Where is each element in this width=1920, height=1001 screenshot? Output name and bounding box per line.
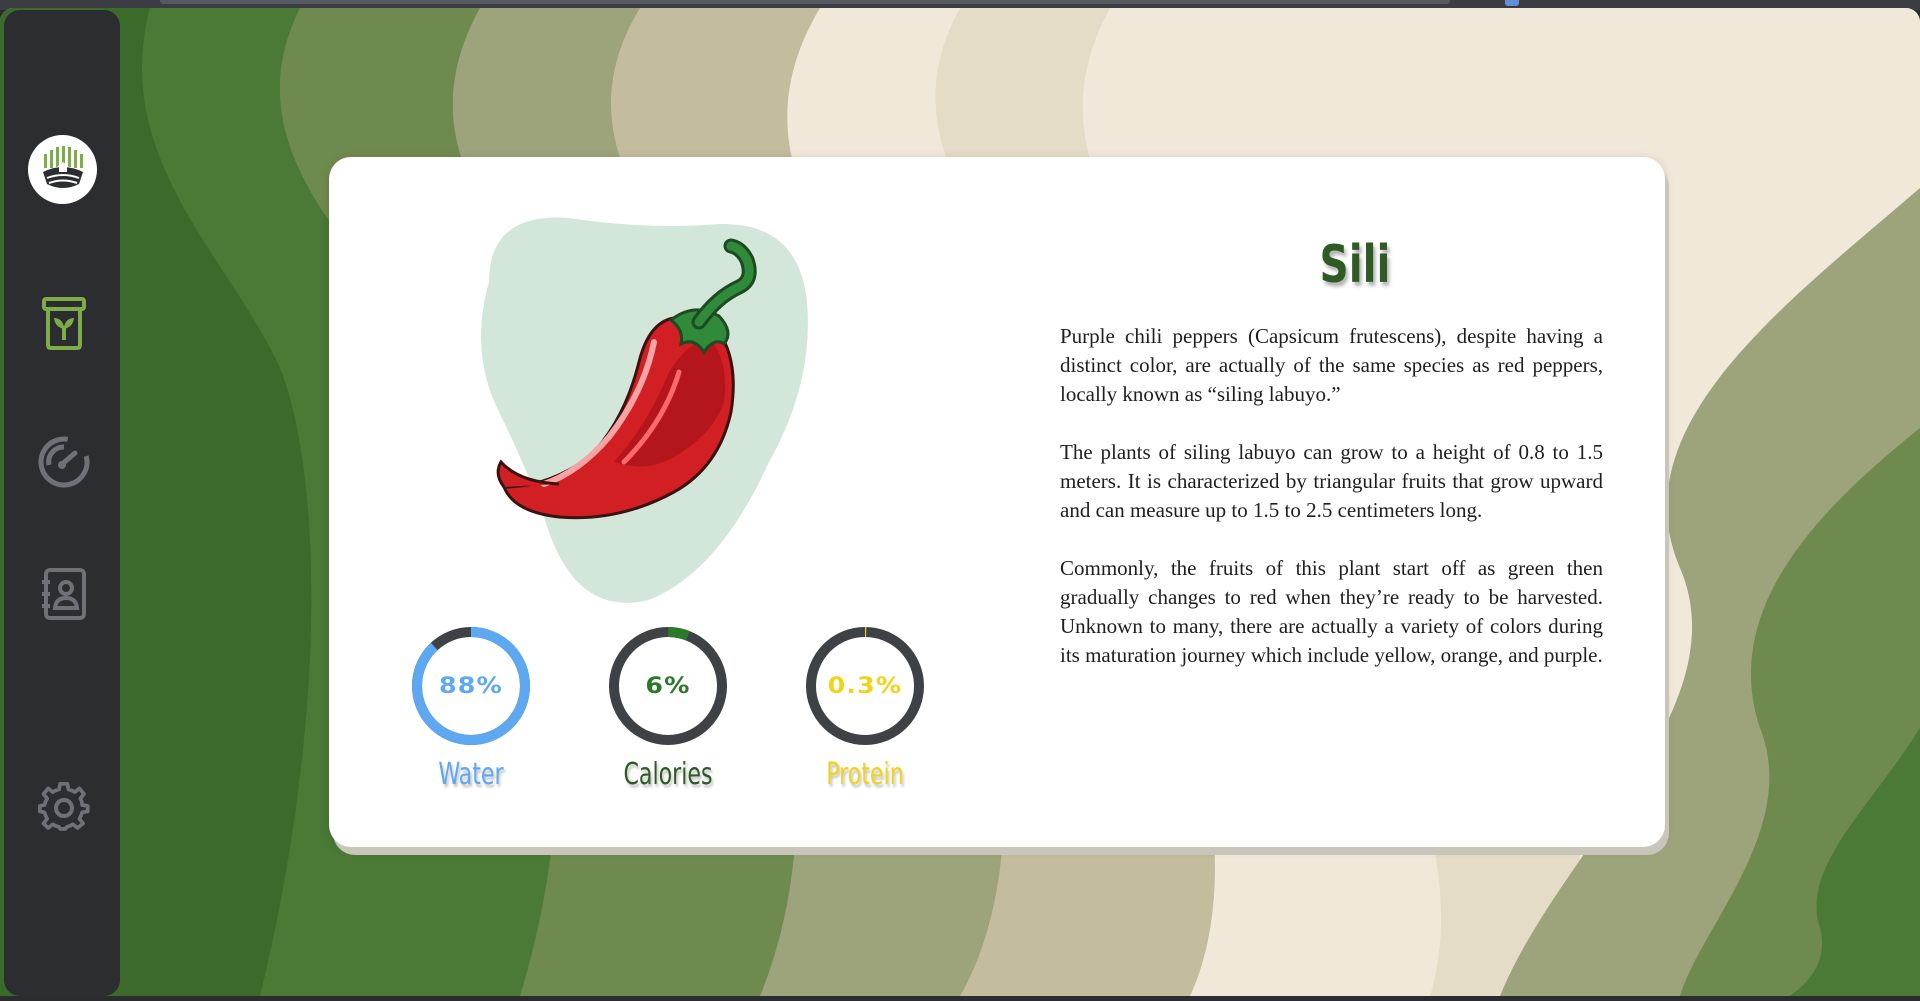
calories-ring: 6%	[607, 625, 729, 747]
protein-ring: 0.3%	[804, 625, 926, 747]
description-paragraph-3: Commonly, the fruits of this plant start…	[1060, 556, 1603, 667]
gear-icon	[38, 782, 90, 831]
browser-indicator	[1505, 0, 1519, 6]
nav-crops[interactable]	[36, 296, 92, 352]
gauge-icon	[38, 436, 90, 488]
description-paragraph-2: The plants of siling labuyo can grow to …	[1060, 440, 1603, 522]
protein-value: 0.3%	[827, 673, 903, 699]
water-label: Water	[438, 757, 504, 792]
red-chili-pepper-illustration	[449, 212, 889, 612]
crop-title: Sili	[1319, 235, 1391, 295]
nutrition-calories: 6% Calories	[603, 625, 733, 792]
calories-value: 6%	[645, 673, 691, 699]
nav-profile[interactable]	[36, 566, 92, 622]
seed-bag-icon	[42, 297, 86, 350]
nutrition-water: 88% Water	[406, 625, 536, 792]
calories-label: Calories	[623, 757, 713, 792]
nav-settings[interactable]	[36, 780, 92, 836]
crop-detail-card: 88% Water 6% Calories 0.3% Protein Sili …	[329, 157, 1665, 847]
crop-description: Purple chili peppers (Capsicum frutescen…	[1060, 322, 1603, 699]
sidebar	[4, 10, 120, 996]
farm-logo-icon[interactable]	[28, 135, 97, 204]
protein-label: Protein	[826, 757, 904, 792]
water-value: 88%	[438, 673, 504, 699]
nav-dashboard[interactable]	[36, 434, 92, 490]
contact-book-icon	[42, 568, 86, 620]
nutrition-protein: 0.3% Protein	[800, 625, 930, 792]
water-ring: 88%	[410, 625, 532, 747]
description-paragraph-1: Purple chili peppers (Capsicum frutescen…	[1060, 324, 1603, 406]
browser-tab-strip	[160, 0, 1450, 4]
